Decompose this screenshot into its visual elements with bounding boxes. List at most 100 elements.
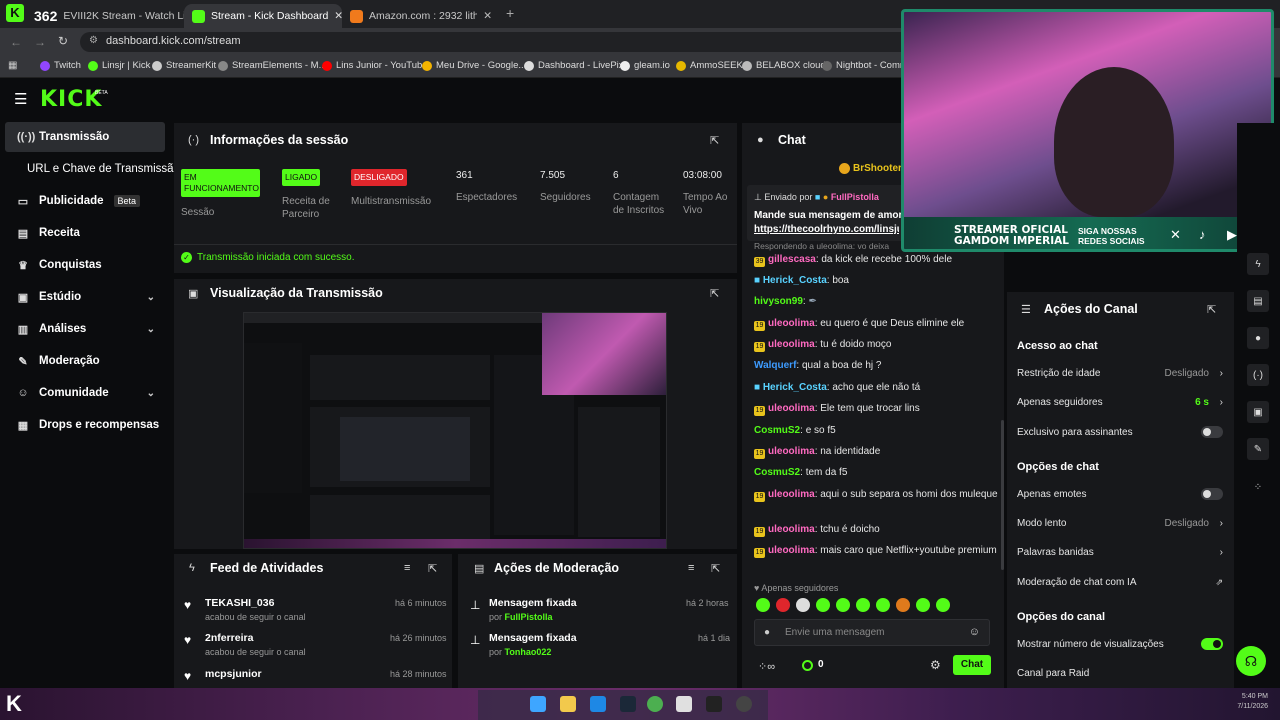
tab-stream-watch[interactable]: 362 EVIII2K Stream - Watch Live ✕ xyxy=(26,4,184,28)
emoji-icon[interactable]: ☺ xyxy=(969,626,980,638)
sidebar-item-url-key[interactable]: URL e Chave de Transmissão xyxy=(5,154,177,184)
raid-channel-row[interactable]: Canal para Raid xyxy=(1017,668,1227,679)
feed-item-name[interactable]: 2nferreira xyxy=(205,632,253,644)
chrome-icon[interactable] xyxy=(647,696,663,712)
help-icon[interactable]: ☊ xyxy=(1236,646,1266,676)
chat-username[interactable]: Herick_Costa xyxy=(763,382,827,393)
back-icon[interactable]: ← xyxy=(10,35,22,49)
site-info-icon[interactable]: ⚙ xyxy=(89,35,98,46)
filter-icon[interactable]: ≡ xyxy=(404,562,410,574)
gear-icon[interactable]: ⚙ xyxy=(930,658,941,672)
chat-username[interactable]: Herick_Costa xyxy=(763,275,827,286)
apps-icon[interactable]: ▦ xyxy=(8,60,17,71)
tab-amazon[interactable]: Amazon.com : 2932 lithium bat ✕ xyxy=(342,4,500,28)
dots-icon[interactable]: ⁘ xyxy=(1247,476,1269,498)
emote-icon[interactable] xyxy=(756,598,770,612)
sidebar-item-receita[interactable]: ▤ Receita xyxy=(5,218,165,248)
bookmark-drive[interactable]: Meu Drive - Google... xyxy=(422,60,526,71)
sidebar-item-estudio[interactable]: ▣ Estúdio ⌄ xyxy=(5,282,165,312)
preview-icon[interactable]: ▣ xyxy=(1247,401,1269,423)
bookmark-gleam[interactable]: gleam.io xyxy=(620,60,670,71)
tab-kick-dashboard[interactable]: Stream - Kick Dashboard ✕ xyxy=(184,4,342,28)
feed-item-name[interactable]: TEKASHI_036 xyxy=(205,597,274,609)
bookmark-livepix[interactable]: Dashboard - LivePix xyxy=(524,60,624,71)
url-field[interactable]: ⚙ dashboard.kick.com/stream xyxy=(80,32,910,52)
sidebar-item-publicidade[interactable]: ▭ Publicidade Beta xyxy=(5,186,165,216)
wrench-icon[interactable]: ✎ xyxy=(1247,438,1269,460)
emote-icon[interactable] xyxy=(916,598,930,612)
bookmark-twitch[interactable]: Twitch xyxy=(40,60,81,71)
sidebar-item-analises[interactable]: ▥ Análises ⌄ xyxy=(5,314,165,344)
followers-only-row[interactable]: Apenas seguidores 6 s › xyxy=(1017,397,1227,408)
steam-icon[interactable] xyxy=(620,696,636,712)
mod-item-user[interactable]: FullPistolla xyxy=(505,612,553,622)
sidebar-item-drops[interactable]: ▦ Drops e recompensas xyxy=(5,410,165,440)
close-tab-icon[interactable]: ✕ xyxy=(334,10,342,22)
feed-item-name[interactable]: mcpsjunior xyxy=(205,668,262,680)
chat-username[interactable]: uleoolima xyxy=(768,318,815,329)
doc-icon[interactable]: ▤ xyxy=(1247,290,1269,312)
chat-username[interactable]: uleoolima xyxy=(768,446,815,457)
popout-icon[interactable]: ⇱ xyxy=(710,134,719,147)
age-restriction-row[interactable]: Restrição de idade Desligado › xyxy=(1017,368,1227,379)
obs-icon[interactable] xyxy=(736,696,752,712)
chat-input[interactable]: ● Envie uma mensagem ☺ xyxy=(754,619,990,646)
bookmark-streamelements[interactable]: StreamElements - M... xyxy=(218,60,327,71)
chat-username[interactable]: gillescasa xyxy=(768,254,816,265)
sidebar-item-comunidade[interactable]: ☺ Comunidade ⌄ xyxy=(5,378,165,408)
bookmark-youtube[interactable]: Lins Junior - YouTube xyxy=(322,60,428,71)
sidebar-item-conquistas[interactable]: ♛ Conquistas xyxy=(5,250,165,280)
terminal-icon[interactable] xyxy=(706,696,722,712)
emote-icon[interactable] xyxy=(856,598,870,612)
pinned-link[interactable]: https://thecoolrhyno.com/linsjunior xyxy=(754,224,899,235)
sidebar-item-moderacao[interactable]: ✎ Moderação xyxy=(5,346,165,376)
chat-username[interactable]: Walquerf xyxy=(754,360,796,371)
app-icon[interactable] xyxy=(590,696,606,712)
ai-moderation-row[interactable]: Moderação de chat com IA ⇗ xyxy=(1017,577,1227,588)
chat-username[interactable]: uleoolima xyxy=(768,489,815,500)
file-explorer-icon[interactable] xyxy=(560,696,576,712)
chat-username[interactable]: uleoolima xyxy=(768,524,815,535)
bolt-icon[interactable]: ϟ xyxy=(1247,253,1269,275)
chat-settings-icon[interactable]: ● xyxy=(764,627,770,638)
chat-username[interactable]: CosmuS2 xyxy=(754,425,800,436)
chat-username[interactable]: hivyson99 xyxy=(754,296,803,307)
stream-preview-video[interactable] xyxy=(243,312,667,549)
emote-icon[interactable] xyxy=(876,598,890,612)
show-views-toggle[interactable] xyxy=(1201,638,1223,650)
reload-icon[interactable]: ↻ xyxy=(58,34,68,48)
popout-icon[interactable]: ⇱ xyxy=(710,287,719,300)
popout-icon[interactable]: ⇱ xyxy=(711,562,720,575)
kick-logo[interactable]: KICK xyxy=(40,87,102,112)
close-tab-icon[interactable]: ✕ xyxy=(483,10,492,22)
popout-icon[interactable]: ⇱ xyxy=(1207,303,1216,316)
taskbar-clock[interactable]: 5:40 PM 7/11/2026 xyxy=(1220,692,1268,712)
bookmark-ammoseek[interactable]: AmmoSEEK xyxy=(676,60,743,71)
app-icon[interactable] xyxy=(676,696,692,712)
bookmark-nightbot[interactable]: Nightbot - Comm xyxy=(822,60,908,71)
chat-bubble-icon[interactable]: ● xyxy=(1247,327,1269,349)
emote-icon[interactable] xyxy=(776,598,790,612)
emote-icon[interactable] xyxy=(936,598,950,612)
popout-icon[interactable]: ⇱ xyxy=(428,562,437,575)
emote-icon[interactable] xyxy=(796,598,810,612)
chat-username[interactable]: uleoolima xyxy=(768,403,815,414)
slow-mode-row[interactable]: Modo lento Desligado › xyxy=(1017,518,1227,529)
emote-icon[interactable] xyxy=(816,598,830,612)
banned-words-row[interactable]: Palavras banidas › xyxy=(1017,547,1227,558)
windows-start-icon[interactable] xyxy=(530,696,546,712)
chat-scrollbar[interactable] xyxy=(1001,420,1004,570)
forward-icon[interactable]: → xyxy=(34,35,46,49)
send-chat-button[interactable]: Chat xyxy=(953,655,991,675)
bookmark-kick[interactable]: Linsjr | Kick xyxy=(88,60,150,71)
infinity-icon[interactable]: ⁘∞ xyxy=(758,660,775,673)
new-tab-icon[interactable]: + xyxy=(506,5,514,21)
emotes-only-toggle[interactable] xyxy=(1201,488,1223,500)
chat-username[interactable]: uleoolima xyxy=(768,545,815,556)
chat-username[interactable]: CosmuS2 xyxy=(754,467,800,478)
subs-only-toggle[interactable] xyxy=(1201,426,1223,438)
emote-icon[interactable] xyxy=(896,598,910,612)
bookmark-streamerkit[interactable]: StreamerKit xyxy=(152,60,216,71)
filter-icon[interactable]: ≡ xyxy=(688,562,694,574)
emote-icon[interactable] xyxy=(836,598,850,612)
